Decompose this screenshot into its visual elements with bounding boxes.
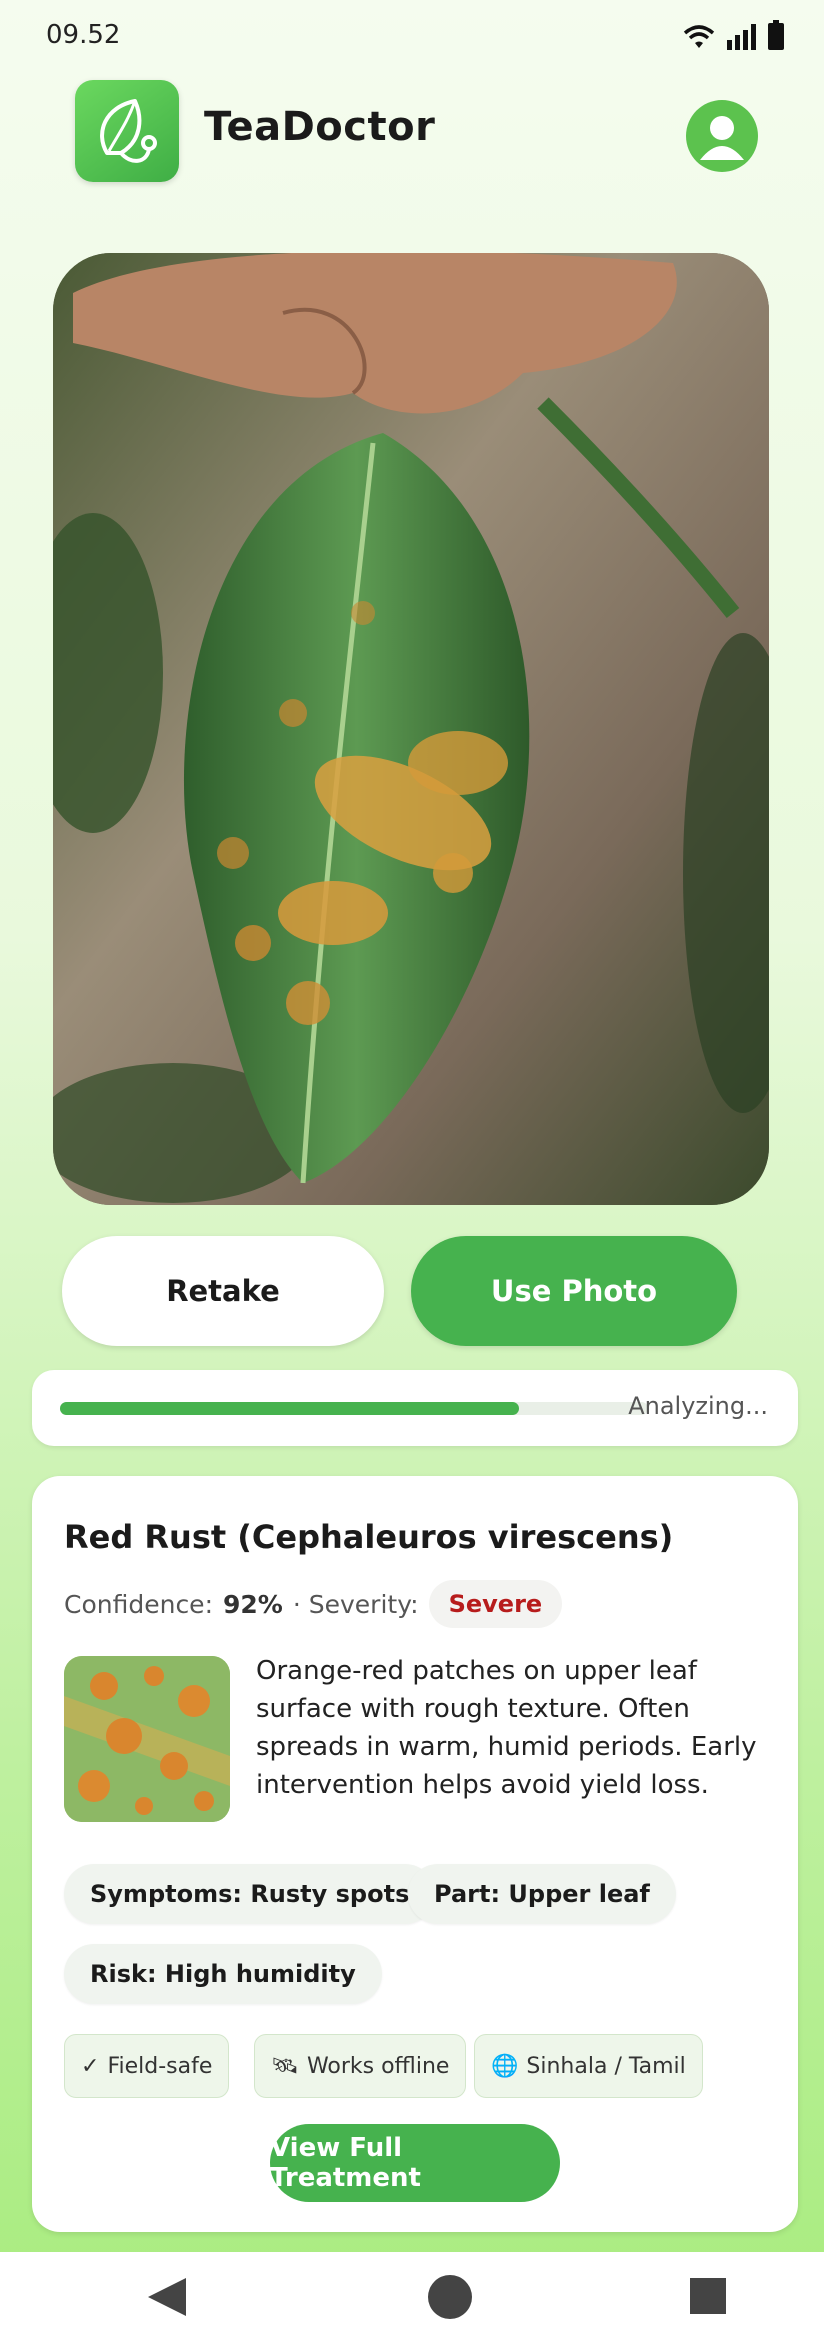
status-bar: 09.52 xyxy=(0,0,824,70)
captured-photo xyxy=(53,253,769,1205)
severity-label: · Severity: xyxy=(292,1589,419,1619)
tag-field-safe: ✓ Field-safe xyxy=(64,2034,230,2098)
tag-works-offline-label: Works offline xyxy=(306,2053,450,2079)
tag-language: 🌐 Sinhala / Tamil xyxy=(474,2034,703,2098)
tag-field-safe-label: Field-safe xyxy=(107,2053,213,2079)
severity-badge: Severe xyxy=(428,1580,563,1628)
diagnosis-result-card: Red Rust (Cephaleuros virescens) Confide… xyxy=(32,1476,798,2232)
retake-button[interactable]: Retake xyxy=(62,1236,384,1346)
analysis-progress-card: Analyzing... xyxy=(32,1370,798,1446)
app-title: TeaDoctor xyxy=(204,104,436,150)
diagnosis-meta: Confidence: 92% · Severity: Severe xyxy=(64,1580,563,1628)
leaf-photo-image xyxy=(53,253,769,1205)
tag-language-label: Sinhala / Tamil xyxy=(526,2053,686,2079)
app-header: TeaDoctor xyxy=(0,78,824,188)
analysis-status-text: Analyzing... xyxy=(628,1392,768,1420)
chip-part: Part: Upper leaf xyxy=(408,1864,676,1924)
home-icon[interactable] xyxy=(427,2274,473,2320)
view-full-treatment-button[interactable]: View Full Treatment xyxy=(270,2124,560,2202)
signal-icon xyxy=(727,24,756,50)
status-icons xyxy=(682,20,784,50)
rust-leaf-thumbnail-image xyxy=(64,1656,230,1822)
recents-icon[interactable] xyxy=(690,2278,726,2314)
use-photo-button[interactable]: Use Photo xyxy=(411,1236,737,1346)
chip-symptoms: Symptoms: Rusty spots xyxy=(64,1864,436,1924)
back-icon[interactable] xyxy=(146,2276,188,2318)
user-icon xyxy=(700,116,744,160)
tag-works-offline: 🛰 Works offline xyxy=(254,2034,467,2098)
app-logo xyxy=(75,80,179,182)
status-time: 09.52 xyxy=(46,20,121,50)
leaf-stethoscope-icon xyxy=(100,99,157,163)
disease-description: Orange-red patches on upper leaf surface… xyxy=(256,1656,757,1800)
chip-risk: Risk: High humidity xyxy=(64,1944,382,2004)
disease-title: Red Rust (Cephaleuros virescens) xyxy=(64,1518,674,1556)
wifi-icon xyxy=(683,25,715,48)
progress-fill xyxy=(60,1402,519,1415)
globe-icon: 🌐 xyxy=(491,2053,519,2079)
satellite-icon: 🛰 xyxy=(271,2053,299,2079)
confidence-label: Confidence: xyxy=(64,1589,213,1619)
profile-avatar[interactable] xyxy=(686,100,758,172)
progress-track xyxy=(60,1402,648,1415)
battery-icon xyxy=(768,20,784,50)
check-icon: ✓ xyxy=(81,2053,100,2079)
confidence-value: 92% xyxy=(223,1589,283,1619)
disease-thumbnail xyxy=(64,1656,230,1822)
system-nav-bar xyxy=(0,2252,824,2338)
